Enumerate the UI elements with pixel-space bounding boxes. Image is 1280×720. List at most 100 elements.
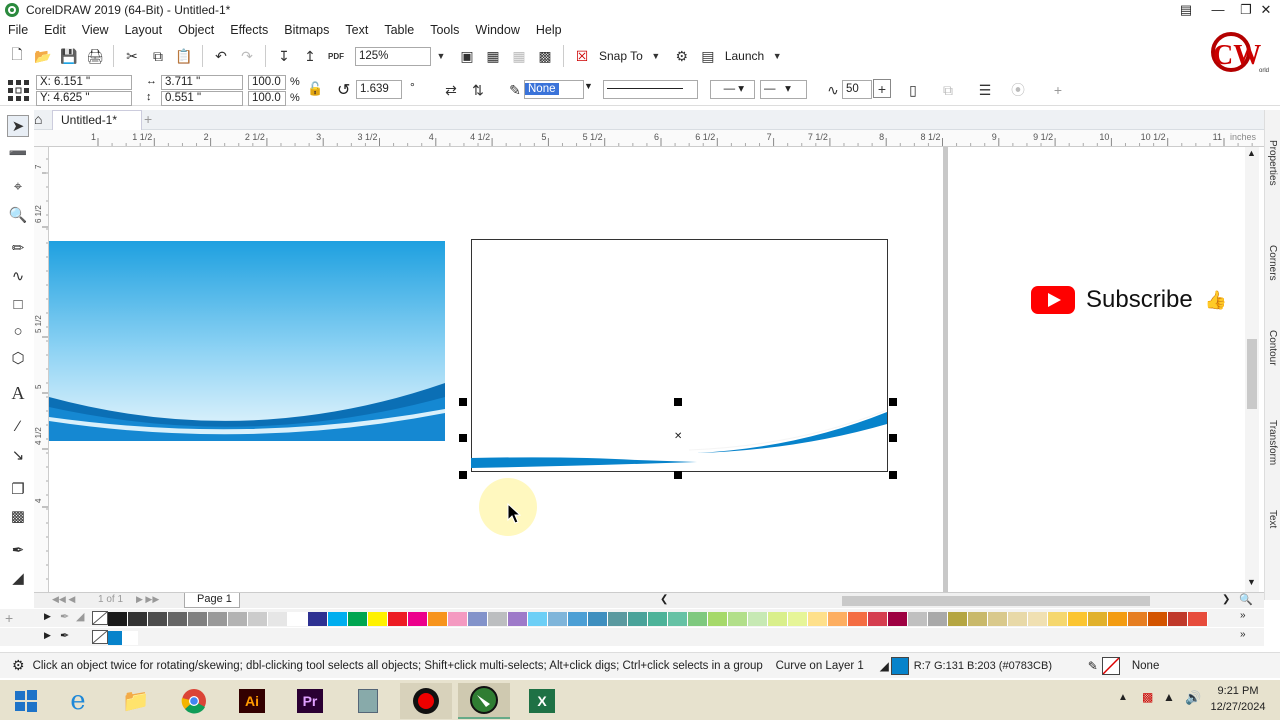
- fill-dropdown-icon[interactable]: ▼: [584, 81, 593, 91]
- menu-table[interactable]: Table: [376, 23, 422, 37]
- color-swatch[interactable]: [448, 611, 468, 626]
- undo-icon[interactable]: ↶: [210, 45, 232, 67]
- ellipse-tool-icon[interactable]: ○: [7, 321, 29, 343]
- vertical-scrollbar[interactable]: ▲ ▼: [1245, 147, 1259, 592]
- color-swatch[interactable]: [288, 611, 308, 626]
- document-palette-scroll-icon[interactable]: »: [1240, 629, 1246, 640]
- show-grid-icon[interactable]: ▦: [508, 45, 530, 67]
- new-tab-plus-icon[interactable]: +: [144, 111, 152, 127]
- outline-style-field[interactable]: [603, 80, 698, 99]
- tray-expand-icon[interactable]: ▲: [1118, 692, 1128, 703]
- color-swatch[interactable]: [528, 611, 548, 626]
- docker-tab-corners[interactable]: Corners: [1267, 245, 1278, 281]
- menu-edit[interactable]: Edit: [36, 23, 74, 37]
- menu-bitmaps[interactable]: Bitmaps: [276, 23, 337, 37]
- lock-ratio-icon[interactable]: 🔓: [307, 81, 323, 97]
- page-nav-icons[interactable]: ◀◀ ◀: [52, 594, 75, 605]
- menu-effects[interactable]: Effects: [222, 23, 276, 37]
- color-swatch[interactable]: [628, 611, 648, 626]
- color-swatch[interactable]: [208, 611, 228, 626]
- color-swatch[interactable]: [848, 611, 868, 626]
- rotation-angle-field[interactable]: 1.639: [356, 80, 402, 99]
- status-gear-icon[interactable]: ⚙: [12, 657, 25, 674]
- y-position-field[interactable]: Y: 4.625 ": [36, 91, 132, 106]
- docker-tab-properties[interactable]: Properties: [1267, 140, 1278, 186]
- hscroll-right-icon[interactable]: ❯: [1222, 594, 1230, 605]
- selection-handle-bc[interactable]: [674, 471, 682, 479]
- selection-handle-mr[interactable]: [889, 434, 897, 442]
- zoom-dropdown-icon[interactable]: ▼: [430, 45, 452, 67]
- palette-eyedropper-icon[interactable]: ✒: [60, 610, 69, 623]
- redo-icon[interactable]: ↷: [236, 45, 258, 67]
- crop-tool-icon[interactable]: ⌖: [7, 176, 29, 198]
- print-icon[interactable]: 🖨: [84, 45, 106, 67]
- options-gear-icon[interactable]: ⚙: [671, 45, 693, 67]
- menu-view[interactable]: View: [74, 23, 117, 37]
- color-swatch[interactable]: [868, 611, 888, 626]
- page-tab-1[interactable]: Page 1: [184, 593, 240, 608]
- paste-icon[interactable]: 📋: [173, 45, 195, 67]
- launch-dropdown-icon[interactable]: ▼: [766, 45, 788, 67]
- selection-handle-tr[interactable]: [889, 398, 897, 406]
- color-swatch[interactable]: [688, 611, 708, 626]
- copy-icon[interactable]: ⧉: [147, 45, 169, 67]
- parallel-dimension-tool-icon[interactable]: ∕: [7, 416, 29, 438]
- banner-graphic[interactable]: [49, 241, 445, 441]
- color-swatch[interactable]: [248, 611, 268, 626]
- taskbar-coreldraw[interactable]: [458, 683, 510, 719]
- hscroll-left-icon[interactable]: ❮: [660, 594, 668, 605]
- save-icon[interactable]: 💾: [58, 45, 80, 67]
- menu-text[interactable]: Text: [337, 23, 376, 37]
- snap-off-icon[interactable]: ☒: [571, 45, 593, 67]
- artistic-media-tool-icon[interactable]: ∿: [7, 266, 29, 288]
- color-swatch[interactable]: [588, 611, 608, 626]
- object-origin-icon[interactable]: [7, 79, 29, 101]
- launch-button[interactable]: Launch: [725, 49, 764, 63]
- freehand-tool-icon[interactable]: ✏: [7, 238, 29, 260]
- rotation-center-icon[interactable]: ✕: [674, 431, 682, 442]
- color-swatch[interactable]: [1068, 611, 1088, 626]
- launch-app-icon[interactable]: ▤: [697, 45, 719, 67]
- color-swatch[interactable]: [1188, 611, 1208, 626]
- color-swatch[interactable]: [888, 611, 908, 626]
- color-swatch[interactable]: [668, 611, 688, 626]
- drop-shadow-tool-icon[interactable]: ❐: [7, 479, 29, 501]
- color-swatch[interactable]: [168, 611, 188, 626]
- x-position-field[interactable]: X: 6.151 ": [36, 75, 132, 90]
- taskbar-clock-date[interactable]: 12/27/2024: [1208, 701, 1268, 713]
- color-swatch[interactable]: [1028, 611, 1048, 626]
- docker-tab-text[interactable]: Text: [1267, 510, 1278, 528]
- welcome-home-icon[interactable]: ⌂: [34, 111, 48, 127]
- extract-subpath-icon[interactable]: ⦿: [1007, 79, 1029, 101]
- color-swatch[interactable]: [988, 611, 1008, 626]
- color-swatch[interactable]: [128, 611, 148, 626]
- color-swatch[interactable]: [768, 611, 788, 626]
- color-swatch[interactable]: [348, 611, 368, 626]
- interactive-fill-tool-icon[interactable]: ◢: [7, 568, 29, 590]
- color-swatch[interactable]: [1088, 611, 1108, 626]
- add-toolbar-plus-icon[interactable]: +: [1047, 79, 1069, 101]
- mirror-vertical-icon[interactable]: ⇅: [467, 79, 489, 101]
- color-swatch[interactable]: [428, 611, 448, 626]
- color-swatch[interactable]: [968, 611, 988, 626]
- selection-handle-tl[interactable]: [459, 398, 467, 406]
- page-nav-next-icons[interactable]: ▶ ▶▶: [136, 594, 159, 605]
- mirror-horizontal-icon[interactable]: ⇄: [440, 79, 462, 101]
- color-swatch[interactable]: [488, 611, 508, 626]
- color-swatch[interactable]: [728, 611, 748, 626]
- color-swatch[interactable]: [388, 611, 408, 626]
- color-swatch[interactable]: [268, 611, 288, 626]
- color-swatch[interactable]: [708, 611, 728, 626]
- color-swatch[interactable]: [1168, 611, 1188, 626]
- start-arrow-field[interactable]: — ▾: [710, 80, 755, 99]
- color-swatch[interactable]: [228, 611, 248, 626]
- doc-no-color-swatch[interactable]: [92, 630, 108, 644]
- full-screen-icon[interactable]: ▣: [456, 45, 478, 67]
- selection-handle-br[interactable]: [889, 471, 897, 479]
- menu-layout[interactable]: Layout: [117, 23, 171, 37]
- color-swatch[interactable]: [548, 611, 568, 626]
- color-swatch[interactable]: [828, 611, 848, 626]
- color-swatch[interactable]: [908, 611, 928, 626]
- palette-add-plus-icon[interactable]: +: [5, 610, 13, 626]
- color-swatch[interactable]: [1048, 611, 1068, 626]
